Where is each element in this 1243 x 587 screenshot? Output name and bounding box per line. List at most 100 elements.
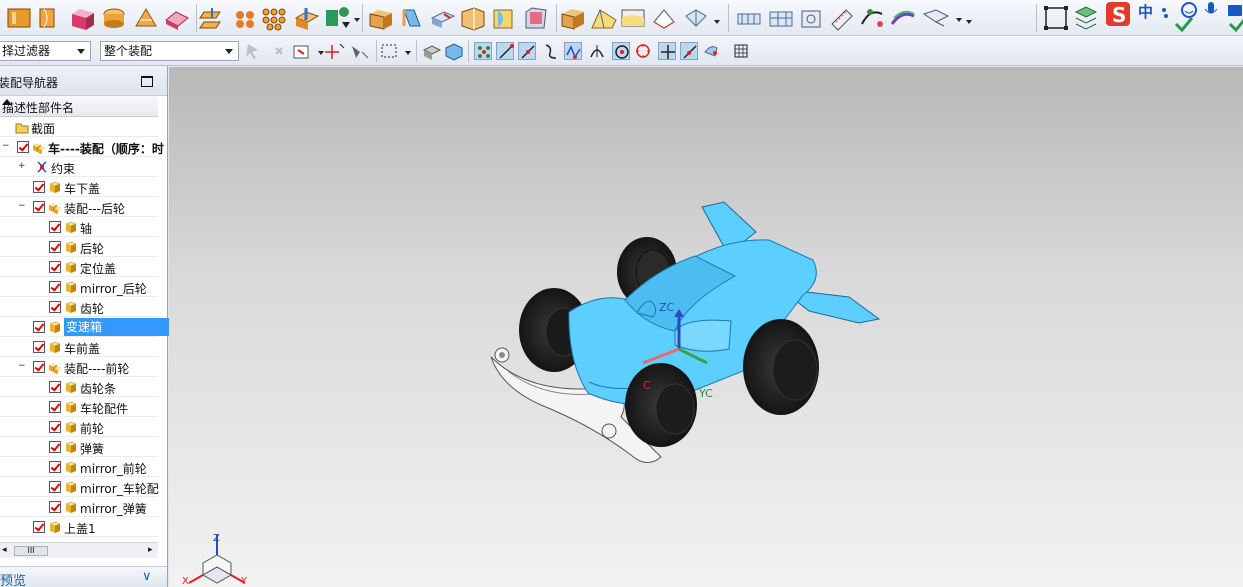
select-body-icon[interactable]	[422, 45, 442, 60]
visibility-checkbox[interactable]	[33, 361, 45, 373]
visibility-checkbox[interactable]	[33, 521, 45, 533]
snap-point-on-curve-toggle[interactable]	[680, 42, 698, 60]
graphics-viewport[interactable]: ZC YC C Z X Y	[169, 67, 1243, 587]
tree-row[interactable]: − 车----装配（顺序：时	[0, 137, 164, 157]
block-icon[interactable]	[72, 9, 94, 30]
ruled-surface-icon[interactable]	[591, 9, 617, 29]
scroll-thumb[interactable]: III	[14, 546, 48, 556]
tree-row[interactable]: − 装配---后轮	[0, 197, 158, 217]
scroll-right-icon[interactable]: ▸	[148, 545, 153, 555]
snap-endpoint-toggle[interactable]	[474, 42, 492, 60]
keyboard-icon[interactable]	[1228, 5, 1242, 16]
pattern-icon[interactable]	[262, 8, 286, 31]
scroll-left-icon[interactable]: ◂	[2, 545, 7, 555]
snap-intersection-toggle[interactable]	[564, 42, 582, 60]
visibility-checkbox[interactable]	[49, 441, 61, 453]
sphere-icon[interactable]	[165, 11, 189, 30]
ime-mode-label[interactable]: 中	[1138, 3, 1153, 21]
front-wheel-near-left[interactable]	[625, 363, 697, 447]
collapse-icon[interactable]: −	[18, 362, 26, 371]
tree-row[interactable]: 弹簧	[0, 437, 158, 457]
preview-panel-header[interactable]: 预览 ∨	[0, 566, 167, 587]
car-model[interactable]: ZC YC C Z X Y	[169, 67, 1243, 587]
visibility-checkbox[interactable]	[33, 201, 45, 213]
visibility-checkbox[interactable]	[49, 241, 61, 253]
select-feature-icon[interactable]	[293, 45, 309, 59]
visibility-checkbox[interactable]	[33, 181, 45, 193]
chevron-down-icon[interactable]: ∨	[142, 569, 152, 584]
visibility-checkbox[interactable]	[49, 461, 61, 473]
through-curves-icon[interactable]	[621, 9, 645, 27]
revolve-icon[interactable]	[39, 8, 55, 28]
visibility-checkbox[interactable]	[49, 421, 61, 433]
horizontal-scrollbar[interactable]: ◂ III ▸	[0, 542, 158, 558]
snap-point-icon[interactable]	[275, 47, 283, 55]
voice-input-icon[interactable]	[1204, 2, 1218, 14]
tree-row[interactable]: + 约束	[0, 157, 158, 177]
snap-point-on-face-toggle[interactable]	[702, 42, 720, 60]
tree-row[interactable]: 前轮	[0, 417, 158, 437]
tree-row[interactable]: 车下盖	[0, 177, 158, 197]
visibility-checkbox[interactable]	[49, 281, 61, 293]
cylinder-icon[interactable]	[103, 8, 125, 28]
snap-existing-point-toggle[interactable]	[658, 42, 676, 60]
tree-row[interactable]: 截面	[0, 117, 158, 137]
snap-grid-toggle[interactable]	[732, 42, 750, 60]
tree-row[interactable]: mirror_前轮	[0, 457, 158, 477]
visibility-checkbox[interactable]	[33, 321, 45, 333]
snap-curve-toggle[interactable]	[542, 42, 560, 60]
tree-row[interactable]: 齿轮	[0, 297, 158, 317]
datum-plane-icon[interactable]	[199, 8, 221, 29]
visibility-checkbox[interactable]	[49, 301, 61, 313]
extrude-icon[interactable]	[7, 8, 31, 28]
sweep-icon[interactable]	[653, 9, 675, 29]
move-handle-icon[interactable]	[325, 43, 345, 59]
sogou-ime-icon[interactable]: S	[1106, 2, 1130, 27]
punctuation-icon[interactable]	[1162, 8, 1168, 18]
tree-row[interactable]: − 装配----前轮	[0, 357, 158, 377]
visibility-checkbox[interactable]	[49, 481, 61, 493]
rectangle-select-icon[interactable]	[381, 44, 397, 58]
front-wheel-near-right[interactable]	[743, 319, 819, 415]
shell-icon[interactable]	[369, 10, 392, 30]
visibility-checkbox[interactable]	[17, 141, 29, 153]
draft-icon[interactable]	[402, 9, 421, 27]
snap-midpoint-toggle[interactable]	[496, 42, 514, 60]
sort-ascending-icon[interactable]	[2, 99, 12, 105]
tree-row[interactable]: 车前盖	[0, 337, 158, 357]
studio-surface-icon[interactable]	[737, 13, 761, 25]
visibility-checkbox[interactable]	[49, 221, 61, 233]
emoji-icon[interactable]	[1181, 2, 1197, 18]
tree-row[interactable]: 后轮	[0, 237, 158, 257]
tree-row[interactable]: mirror_车轮配	[0, 477, 159, 497]
visibility-checkbox[interactable]	[49, 501, 61, 513]
tree-row[interactable]: 齿轮条	[0, 377, 158, 397]
chamfer-icon[interactable]	[461, 7, 485, 31]
thread-icon[interactable]	[493, 9, 513, 29]
snap-arc-center-toggle[interactable]	[588, 42, 606, 60]
trim-body-icon[interactable]	[525, 7, 547, 29]
face-analysis-icon[interactable]	[922, 9, 950, 27]
column-header[interactable]: 描述性部件名	[0, 96, 158, 117]
maximize-icon[interactable]	[141, 76, 153, 87]
snap-control-point-toggle[interactable]	[518, 42, 536, 60]
visibility-checkbox[interactable]	[49, 261, 61, 273]
n-sided-icon[interactable]	[685, 9, 707, 27]
curvature-icon[interactable]	[861, 9, 883, 27]
tree-row[interactable]: 上盖1	[0, 517, 158, 537]
snap-center-toggle[interactable]	[612, 42, 630, 60]
edge-blend-icon[interactable]	[430, 11, 456, 28]
cone-icon[interactable]	[135, 8, 157, 27]
sketch-icon[interactable]	[326, 7, 350, 28]
styled-sweep-icon[interactable]	[769, 11, 793, 27]
offset-face-icon[interactable]	[561, 9, 584, 30]
show-hide-icon[interactable]	[352, 46, 369, 59]
tree-row[interactable]: 变速箱	[0, 317, 170, 337]
boolean-icon[interactable]	[294, 8, 320, 30]
visibility-checkbox[interactable]	[49, 401, 61, 413]
collapse-icon[interactable]: −	[18, 202, 26, 211]
layer-settings-icon[interactable]	[1074, 6, 1098, 30]
transform-icon[interactable]	[801, 10, 821, 28]
tree-row[interactable]: 轴	[0, 217, 158, 237]
check-mark-icon[interactable]	[1174, 17, 1243, 33]
